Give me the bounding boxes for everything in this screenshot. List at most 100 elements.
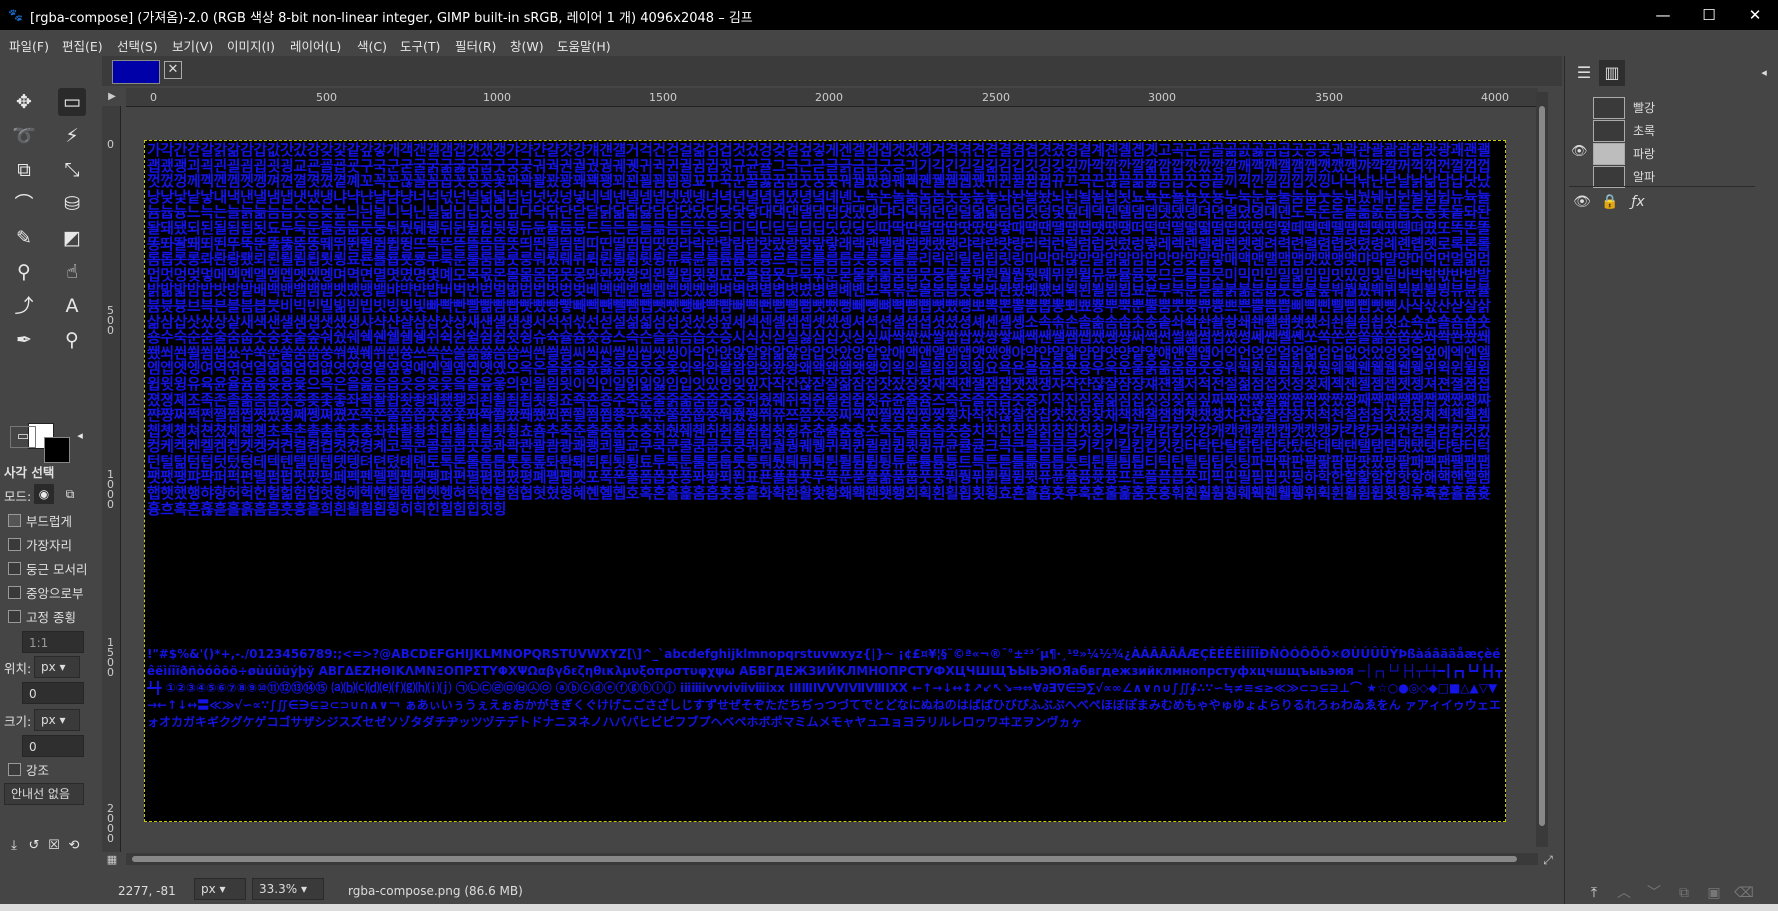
eraser-tool-icon[interactable]: ◩ (58, 224, 86, 252)
horizontal-scrollbar[interactable] (126, 853, 1538, 865)
reset-options-icon[interactable]: ⟲ (64, 836, 84, 856)
symbol-glyph-region: !"#$%&'()*+,-./0123456789:;<=>?@ABCDEFGH… (147, 647, 1503, 729)
pointer-coordinates: 2277, -81 (118, 884, 176, 898)
restore-options-icon[interactable]: ↺ (24, 836, 44, 856)
channel-row-green[interactable]: 초록 (1569, 119, 1755, 142)
delete-options-icon[interactable]: ☒ (44, 836, 64, 856)
right-dock: ☰ ▥ ◂ 빨강 초록 👁 파랑 알파 👁 🔒 ƒx ⤒ ︿ ﹀ ⧉ ▣ ⌫ (1564, 56, 1778, 911)
lock-icon[interactable]: 🔒 (1599, 191, 1621, 213)
lasso-tool-icon[interactable]: ➰ (10, 122, 38, 150)
color-picker-tool-icon[interactable]: ✒ (10, 326, 38, 354)
position-unit-dropdown[interactable]: px ▾ (34, 656, 80, 678)
close-button[interactable]: ✕ (1732, 0, 1778, 30)
position-x-field[interactable]: 0 (22, 682, 84, 704)
save-options-icon[interactable]: ⤓ (4, 836, 24, 856)
dock-menu-icon[interactable]: ◂ (72, 428, 88, 444)
file-info: rgba-compose.png (86.6 MB) (348, 884, 523, 898)
text-tool-icon[interactable]: A (58, 292, 86, 320)
vruler-tick: 2 0 0 0 (107, 802, 114, 845)
bucket-fill-tool-icon[interactable]: ⛁ (58, 190, 86, 218)
menu-edit[interactable]: 편집(E) (62, 36, 103, 55)
channel-thumbnail (1593, 97, 1625, 119)
mode-replace-icon[interactable]: ◉ (34, 484, 54, 504)
channels-tab-icon[interactable]: ▥ (1599, 60, 1625, 86)
move-tool-icon[interactable]: ✥ (10, 88, 38, 116)
channel-row-blue[interactable]: 👁 파랑 (1569, 142, 1755, 165)
position-unit-value: px (41, 660, 56, 674)
eye-header-icon[interactable]: 👁 (1571, 191, 1593, 213)
menu-color[interactable]: 색(C) (357, 36, 387, 55)
channel-to-selection-icon[interactable]: ▣ (1703, 882, 1725, 904)
menu-file[interactable]: 파일(F) (9, 36, 49, 55)
paintbrush-tool-icon[interactable]: ✎ (10, 224, 38, 252)
unified-transform-tool-icon[interactable]: ⤡ (58, 156, 86, 184)
rounded-corners-checkbox[interactable] (8, 562, 21, 575)
device-status-icon[interactable]: ▭ (10, 426, 36, 448)
close-tab-icon[interactable]: ✕ (164, 61, 182, 79)
size-unit-dropdown[interactable]: px ▾ (34, 709, 80, 731)
zoom-value: 33.3% (259, 882, 298, 896)
minimize-button[interactable]: — (1640, 0, 1686, 30)
feather-label: 가장자리 (26, 538, 73, 553)
hruler-tick: 2500 (982, 91, 1010, 104)
canvas-menu-icon[interactable]: ▶ (104, 89, 120, 105)
dock-config-icon[interactable]: ◂ (1751, 60, 1777, 86)
korean-glyph-region: 가각간갇갈갉갊감갑값갓갔강갖갗같갚갛개객갠갤갬갭갯갰갱갸갹갼걀걋걍걔걘걜거걱건걷… (147, 141, 1491, 518)
menu-image[interactable]: 이미지(I) (227, 36, 275, 55)
fixed-aspect-checkbox[interactable] (8, 610, 21, 623)
channel-name: 알파 (1633, 170, 1656, 184)
background-color-swatch[interactable] (44, 437, 70, 463)
quick-mask-icon[interactable]: ▦ (104, 852, 120, 868)
unit-value: px (201, 882, 216, 896)
gimp-app-icon: 🐾 (8, 8, 23, 22)
rect-select-tool-icon[interactable]: ▭ (58, 88, 86, 116)
zoom-dropdown[interactable]: 33.3% ▾ (252, 878, 324, 900)
raise-channel-icon[interactable]: ︿ (1613, 882, 1635, 904)
fuzzy-select-tool-icon[interactable]: ⚡ (58, 122, 86, 150)
menu-windows[interactable]: 창(W) (510, 36, 544, 55)
image-tab-thumbnail[interactable] (112, 60, 160, 84)
channel-thumbnail (1593, 143, 1625, 165)
visibility-eye-icon[interactable]: 👁 (1571, 144, 1588, 159)
zoom-tool-icon[interactable]: ⚲ (58, 326, 86, 354)
expand-center-checkbox[interactable] (8, 586, 21, 599)
navigate-icon[interactable]: ⤢ (1540, 852, 1556, 868)
toolbox: ✥ ▭ ➰ ⚡ ⧉ ⤡ ⌒ ⛁ ✎ ◩ ⚲ ☝ ⤴ A ✒ ⚲ ▭ ◂ 사각 선… (0, 56, 102, 911)
feather-checkbox[interactable] (8, 538, 21, 551)
fixed-aspect-field[interactable]: 1:1 (22, 631, 84, 653)
menu-tools[interactable]: 도구(T) (400, 36, 440, 55)
menu-filters[interactable]: 필터(R) (455, 36, 496, 55)
horizontal-scroll-thumb[interactable] (132, 856, 1517, 862)
antialias-checkbox[interactable] (8, 514, 21, 527)
channel-row-alpha[interactable]: 알파 (1569, 165, 1755, 188)
maximize-button[interactable]: ☐ (1686, 0, 1732, 30)
hruler-tick: 3000 (1148, 91, 1176, 104)
menu-layer[interactable]: 레이어(L) (290, 36, 341, 55)
highlight-checkbox[interactable] (8, 763, 21, 776)
guides-dropdown[interactable]: 안내선 없음 (4, 783, 84, 805)
channel-row-red[interactable]: 빨강 (1569, 96, 1755, 119)
duplicate-channel-icon[interactable]: ⧉ (1673, 882, 1695, 904)
new-channel-icon[interactable]: ⤒ (1583, 882, 1605, 904)
lower-channel-icon[interactable]: ﹀ (1643, 882, 1665, 904)
image-canvas[interactable]: 가각간갇갈갉갊감갑값갓갔강갖갗같갚갛개객갠갤갬갭갯갰갱갸갹갼걀걋걍걔걘걜거걱건걷… (144, 140, 1506, 822)
layers-tab-icon[interactable]: ☰ (1571, 60, 1597, 86)
crop-tool-icon[interactable]: ⧉ (10, 156, 38, 184)
smudge-tool-icon[interactable]: ☝ (58, 258, 86, 286)
mode-add-icon[interactable]: ⧉ (60, 484, 80, 504)
paths-tool-icon[interactable]: ⤴ (10, 292, 38, 320)
delete-channel-icon[interactable]: ⌫ (1733, 882, 1755, 904)
fx-icon[interactable]: ƒx (1627, 191, 1649, 213)
vertical-scrollbar[interactable] (1536, 92, 1548, 847)
menu-help[interactable]: 도움말(H) (557, 36, 611, 55)
channel-name: 초록 (1633, 124, 1656, 138)
menu-bar: 파일(F) 편집(E) 선택(S) 보기(V) 이미지(I) 레이어(L) 색(… (0, 30, 1778, 56)
menu-view[interactable]: 보기(V) (172, 36, 213, 55)
unit-dropdown[interactable]: px ▾ (194, 878, 246, 900)
menu-select[interactable]: 선택(S) (117, 36, 158, 55)
vruler-tick: 1 0 0 0 (107, 468, 114, 511)
warp-tool-icon[interactable]: ⌒ (10, 190, 38, 218)
vertical-scroll-thumb[interactable] (1539, 106, 1545, 826)
clone-tool-icon[interactable]: ⚲ (10, 258, 38, 286)
size-width-field[interactable]: 0 (22, 735, 84, 757)
